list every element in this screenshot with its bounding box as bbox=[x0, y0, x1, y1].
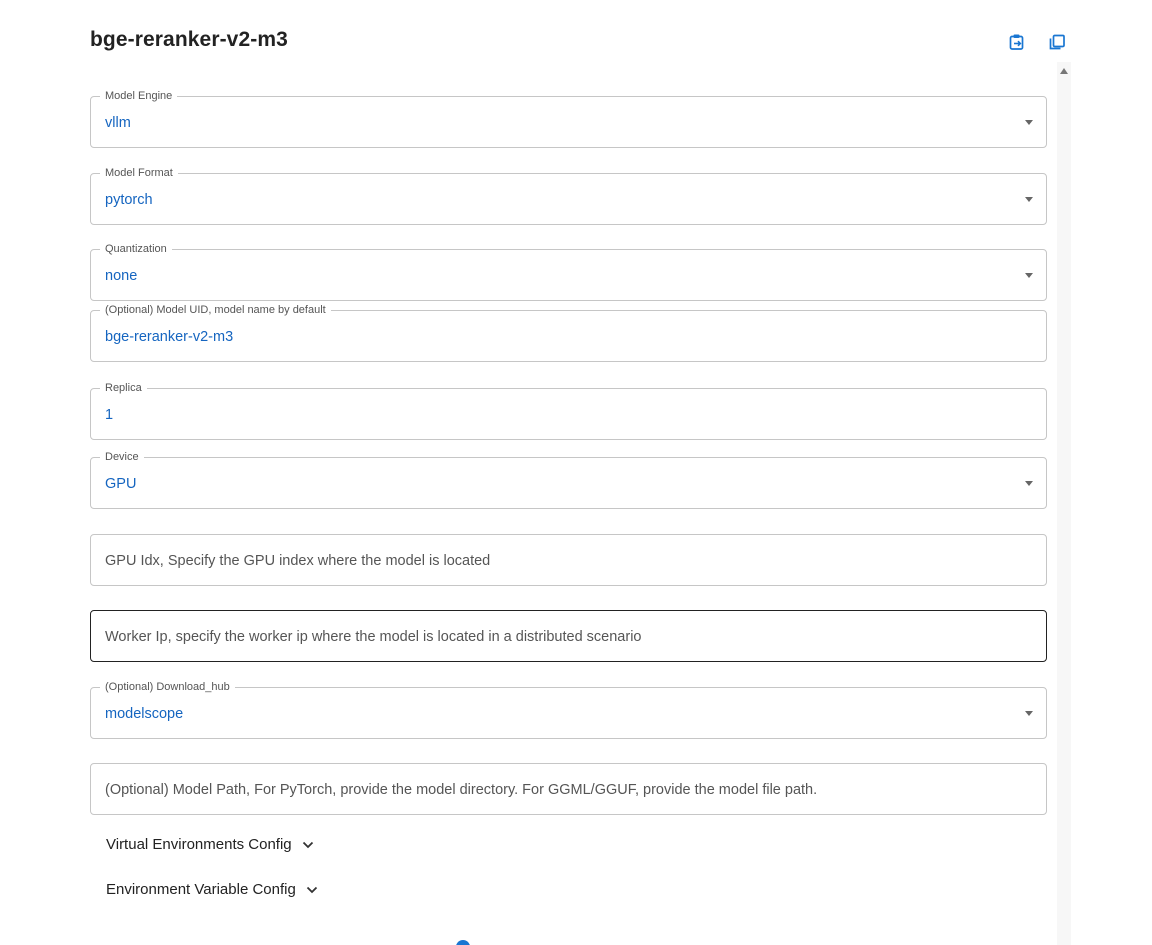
dropdown-arrow-icon bbox=[1025, 711, 1033, 716]
device-value: GPU bbox=[105, 476, 137, 492]
dropdown-arrow-icon bbox=[1025, 120, 1033, 125]
replica-input[interactable]: Replica 1 bbox=[90, 381, 1047, 440]
download-hub-value: modelscope bbox=[105, 706, 184, 722]
replica-label: Replica bbox=[100, 381, 147, 395]
scrollbar[interactable] bbox=[1057, 62, 1071, 945]
launch-button-partial[interactable] bbox=[456, 940, 470, 945]
chevron-down-icon bbox=[306, 886, 318, 894]
model-uid-value: bge-reranker-v2-m3 bbox=[105, 329, 234, 345]
download-hub-select[interactable]: (Optional) Download_hub modelscope bbox=[90, 680, 1047, 739]
download-hub-label: (Optional) Download_hub bbox=[100, 680, 235, 694]
header-actions bbox=[1006, 31, 1068, 53]
chevron-down-icon bbox=[302, 841, 314, 849]
dropdown-arrow-icon bbox=[1025, 481, 1033, 486]
page-title: bge-reranker-v2-m3 bbox=[90, 28, 288, 51]
launch-model-panel: bge-reranker-v2-m3 Model Engine vllm Mod… bbox=[0, 0, 1152, 945]
worker-ip-placeholder: Worker Ip, specify the worker ip where t… bbox=[105, 629, 642, 645]
device-select[interactable]: Device GPU bbox=[90, 450, 1047, 509]
device-label: Device bbox=[100, 450, 144, 464]
model-path-input[interactable]: (Optional) Model Path, For PyTorch, prov… bbox=[90, 763, 1047, 815]
model-format-value: pytorch bbox=[105, 192, 153, 208]
dropdown-arrow-icon bbox=[1025, 197, 1033, 202]
scroll-up-arrow-icon[interactable] bbox=[1060, 68, 1068, 74]
env-var-config-toggle[interactable]: Environment Variable Config bbox=[106, 881, 318, 898]
model-format-label: Model Format bbox=[100, 166, 178, 180]
gpu-idx-input[interactable]: GPU Idx, Specify the GPU index where the… bbox=[90, 534, 1047, 586]
model-uid-label: (Optional) Model UID, model name by defa… bbox=[100, 303, 331, 317]
model-uid-input[interactable]: (Optional) Model UID, model name by defa… bbox=[90, 303, 1047, 362]
env-var-config-label: Environment Variable Config bbox=[106, 881, 296, 898]
worker-ip-input[interactable]: Worker Ip, specify the worker ip where t… bbox=[90, 610, 1047, 662]
virtual-env-config-toggle[interactable]: Virtual Environments Config bbox=[106, 836, 314, 853]
model-engine-select[interactable]: Model Engine vllm bbox=[90, 89, 1047, 148]
quantization-label: Quantization bbox=[100, 242, 172, 256]
model-engine-value: vllm bbox=[105, 115, 131, 131]
quantization-value: none bbox=[105, 268, 138, 284]
virtual-env-config-label: Virtual Environments Config bbox=[106, 836, 292, 853]
replica-value: 1 bbox=[105, 407, 114, 423]
duplicate-icon[interactable] bbox=[1046, 31, 1068, 53]
model-engine-label: Model Engine bbox=[100, 89, 178, 103]
model-path-placeholder: (Optional) Model Path, For PyTorch, prov… bbox=[105, 782, 818, 798]
model-format-select[interactable]: Model Format pytorch bbox=[90, 166, 1047, 225]
quantization-select[interactable]: Quantization none bbox=[90, 242, 1047, 301]
gpu-idx-placeholder: GPU Idx, Specify the GPU index where the… bbox=[105, 553, 491, 569]
dropdown-arrow-icon bbox=[1025, 273, 1033, 278]
copy-config-icon[interactable] bbox=[1006, 31, 1028, 53]
